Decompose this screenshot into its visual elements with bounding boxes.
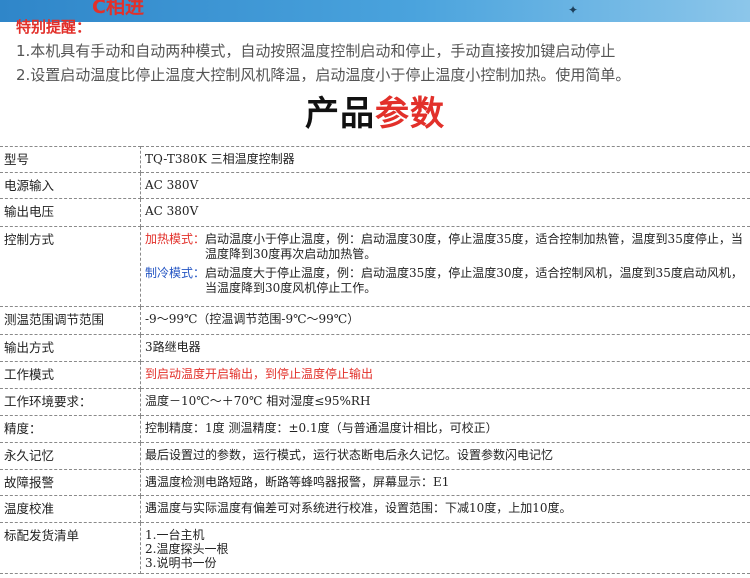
list-item: 3.说明书一份 (145, 556, 217, 570)
section-title: 产品参数 (0, 86, 750, 135)
row-value: 遇温度检测电路短路，断路等蜂鸣器报警，屏幕显示：E1 (140, 469, 750, 496)
row-value: 1.一台主机 2.温度探头一根 3.说明书一份 (140, 522, 750, 574)
row-label: 工作模式 (0, 361, 141, 389)
row-label: 故障报警 (0, 469, 141, 496)
row-value: AC 380V (140, 172, 750, 199)
row-value: -9～99℃（控温调节范围-9℃～99℃） (140, 306, 750, 335)
list-item: 2.温度探头一根 (145, 542, 229, 556)
table-row: 测温范围调节范围 -9～99℃（控温调节范围-9℃～99℃） (0, 306, 750, 335)
row-label: 永久记忆 (0, 442, 141, 470)
table-row: 输出电压 AC 380V (0, 198, 750, 227)
table-row: 工作环境要求： 温度－10℃～＋70℃ 相对湿度≤95%RH (0, 388, 750, 416)
notice-line-1: 1.本机具有手动和自动两种模式，自动按照温度控制启动和停止，手动直接按加键启动停… (16, 42, 616, 60)
row-label: 测温范围调节范围 (0, 306, 141, 335)
row-value: 到启动温度开启输出，到停止温度停止输出 (140, 361, 750, 389)
table-row: 温度校准 遇温度与实际温度有偏差可对系统进行校准，设置范围：下减10度，上加10… (0, 495, 750, 523)
row-label: 温度校准 (0, 495, 141, 523)
params-table: 型号 TQ-T380K 三相温度控制器 电源输入 AC 380V 输出电压 AC… (0, 146, 750, 574)
heating-mode: 加热模式： 启动温度小于停止温度，例：启动温度30度，停止温度35度，适合控制加… (145, 232, 746, 262)
banner-text-fragment: C相进 (92, 0, 144, 18)
cooling-mode: 制冷模式： 启动温度大于停止温度，例：启动温度35度，停止温度30度，适合控制风… (145, 266, 746, 296)
row-value: 温度－10℃～＋70℃ 相对湿度≤95%RH (140, 388, 750, 416)
row-label: 输出电压 (0, 198, 141, 227)
row-value: TQ-T380K 三相温度控制器 (140, 146, 750, 173)
row-value: 3路继电器 (140, 334, 750, 362)
bird-icon: ✦ (568, 3, 579, 17)
row-value: 控制精度：1度 测温精度：±0.1度（与普通温度计相比，可校正） (140, 415, 750, 443)
row-value: AC 380V (140, 198, 750, 227)
row-label: 输出方式 (0, 334, 141, 362)
section-title-part2: 参数 (375, 94, 445, 134)
table-row: 输出方式 3路继电器 (0, 334, 750, 362)
row-value: 遇温度与实际温度有偏差可对系统进行校准，设置范围：下减10度，上加10度。 (140, 495, 750, 523)
table-row: 精度： 控制精度：1度 测温精度：±0.1度（与普通温度计相比，可校正） (0, 415, 750, 443)
heating-mode-desc: 启动温度小于停止温度，例：启动温度30度，停止温度35度，适合控制加热管，温度到… (205, 232, 743, 261)
table-row: 电源输入 AC 380V (0, 172, 750, 199)
notice-line-2: 2.设置启动温度比停止温度大控制风机降温，启动温度小于停止温度小控制加热。使用简… (16, 66, 631, 84)
cooling-mode-label: 制冷模式： (145, 266, 206, 280)
row-value: 最后设置过的参数，运行模式，运行状态断电后永久记忆。设置参数闪电记忆 (140, 442, 750, 470)
top-banner: C相进 ✦ (0, 0, 750, 22)
table-row: 控制方式 加热模式： 启动温度小于停止温度，例：启动温度30度，停止温度35度，… (0, 226, 750, 307)
row-label: 电源输入 (0, 172, 141, 199)
notice-title: 特别提醒： (16, 18, 92, 36)
row-label: 工作环境要求： (0, 388, 141, 416)
section-title-part1: 产品 (305, 94, 375, 134)
table-row: 故障报警 遇温度检测电路短路，断路等蜂鸣器报警，屏幕显示：E1 (0, 469, 750, 496)
table-row: 标配发货清单 1.一台主机 2.温度探头一根 3.说明书一份 (0, 522, 750, 574)
row-value: 加热模式： 启动温度小于停止温度，例：启动温度30度，停止温度35度，适合控制加… (140, 226, 750, 307)
row-label: 控制方式 (0, 226, 141, 307)
cooling-mode-desc: 启动温度大于停止温度，例：启动温度35度，停止温度30度，适合控制风机，温度到3… (205, 266, 743, 295)
list-item: 1.一台主机 (145, 528, 205, 542)
heating-mode-label: 加热模式： (145, 232, 206, 246)
row-label: 精度： (0, 415, 141, 443)
table-row: 型号 TQ-T380K 三相温度控制器 (0, 146, 750, 173)
table-row: 永久记忆 最后设置过的参数，运行模式，运行状态断电后永久记忆。设置参数闪电记忆 (0, 442, 750, 470)
table-row: 工作模式 到启动温度开启输出，到停止温度停止输出 (0, 361, 750, 389)
row-label: 标配发货清单 (0, 522, 141, 574)
row-label: 型号 (0, 146, 141, 173)
